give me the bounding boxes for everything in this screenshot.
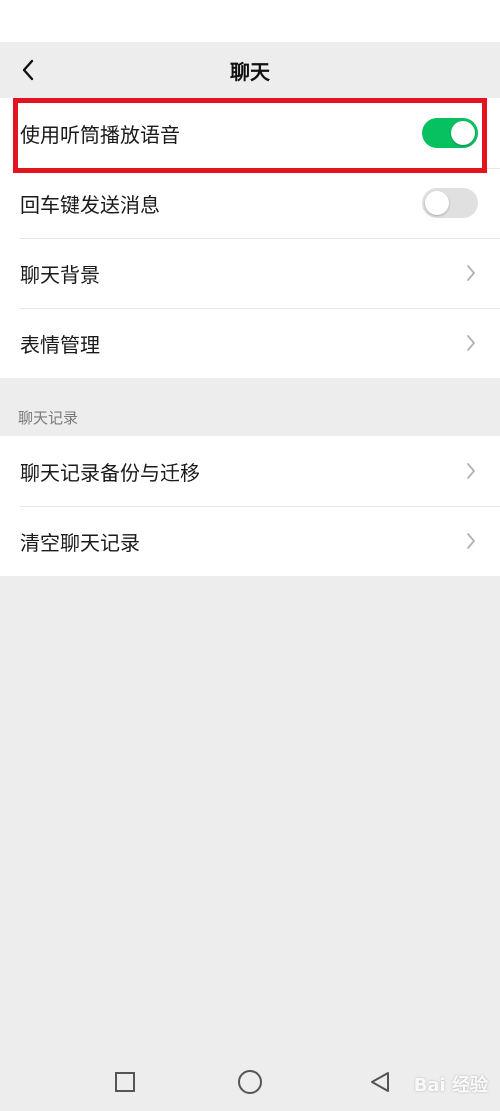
back-button[interactable]: [8, 50, 48, 90]
setting-label: 聊天记录备份与迁移: [20, 460, 200, 485]
setting-chat-background[interactable]: 聊天背景: [0, 238, 500, 308]
settings-group: 使用听筒播放语音 回车键发送消息 聊天背景 表情管理: [0, 98, 500, 378]
square-icon: [115, 1072, 135, 1092]
status-bar: [0, 0, 500, 42]
system-navigation-bar: Bai 经验: [0, 1052, 500, 1111]
toggle-knob: [451, 121, 475, 145]
toggle-knob: [425, 191, 449, 215]
use-earpiece-toggle[interactable]: [422, 118, 478, 148]
page-title: 聊天: [230, 59, 270, 84]
setting-clear-history[interactable]: 清空聊天记录: [0, 506, 500, 576]
system-back-button[interactable]: [360, 1062, 400, 1102]
setting-enter-to-send[interactable]: 回车键发送消息: [0, 168, 500, 238]
setting-label: 回车键发送消息: [20, 192, 160, 217]
watermark: Bai 经验: [413, 1075, 488, 1096]
setting-sticker-management[interactable]: 表情管理: [0, 308, 500, 378]
triangle-back-icon: [371, 1072, 389, 1092]
chevron-right-icon: [464, 263, 478, 283]
section-header-chat-history: 聊天记录: [18, 408, 79, 427]
chevron-left-icon: [22, 59, 34, 81]
chat-history-group: 聊天记录备份与迁移 清空聊天记录: [0, 436, 500, 576]
chevron-right-icon: [464, 531, 478, 551]
setting-backup-migrate[interactable]: 聊天记录备份与迁移: [0, 436, 500, 506]
setting-use-earpiece[interactable]: 使用听筒播放语音: [0, 98, 500, 168]
recent-apps-button[interactable]: [105, 1062, 145, 1102]
nav-bar: 聊天: [0, 42, 500, 98]
setting-label: 清空聊天记录: [20, 530, 140, 555]
enter-to-send-toggle[interactable]: [422, 188, 478, 218]
chevron-right-icon: [464, 333, 478, 353]
setting-label: 表情管理: [20, 332, 100, 357]
circle-icon: [238, 1070, 262, 1094]
chevron-right-icon: [464, 461, 478, 481]
setting-label: 聊天背景: [20, 262, 100, 287]
home-button[interactable]: [230, 1062, 270, 1102]
setting-label: 使用听筒播放语音: [20, 122, 180, 147]
